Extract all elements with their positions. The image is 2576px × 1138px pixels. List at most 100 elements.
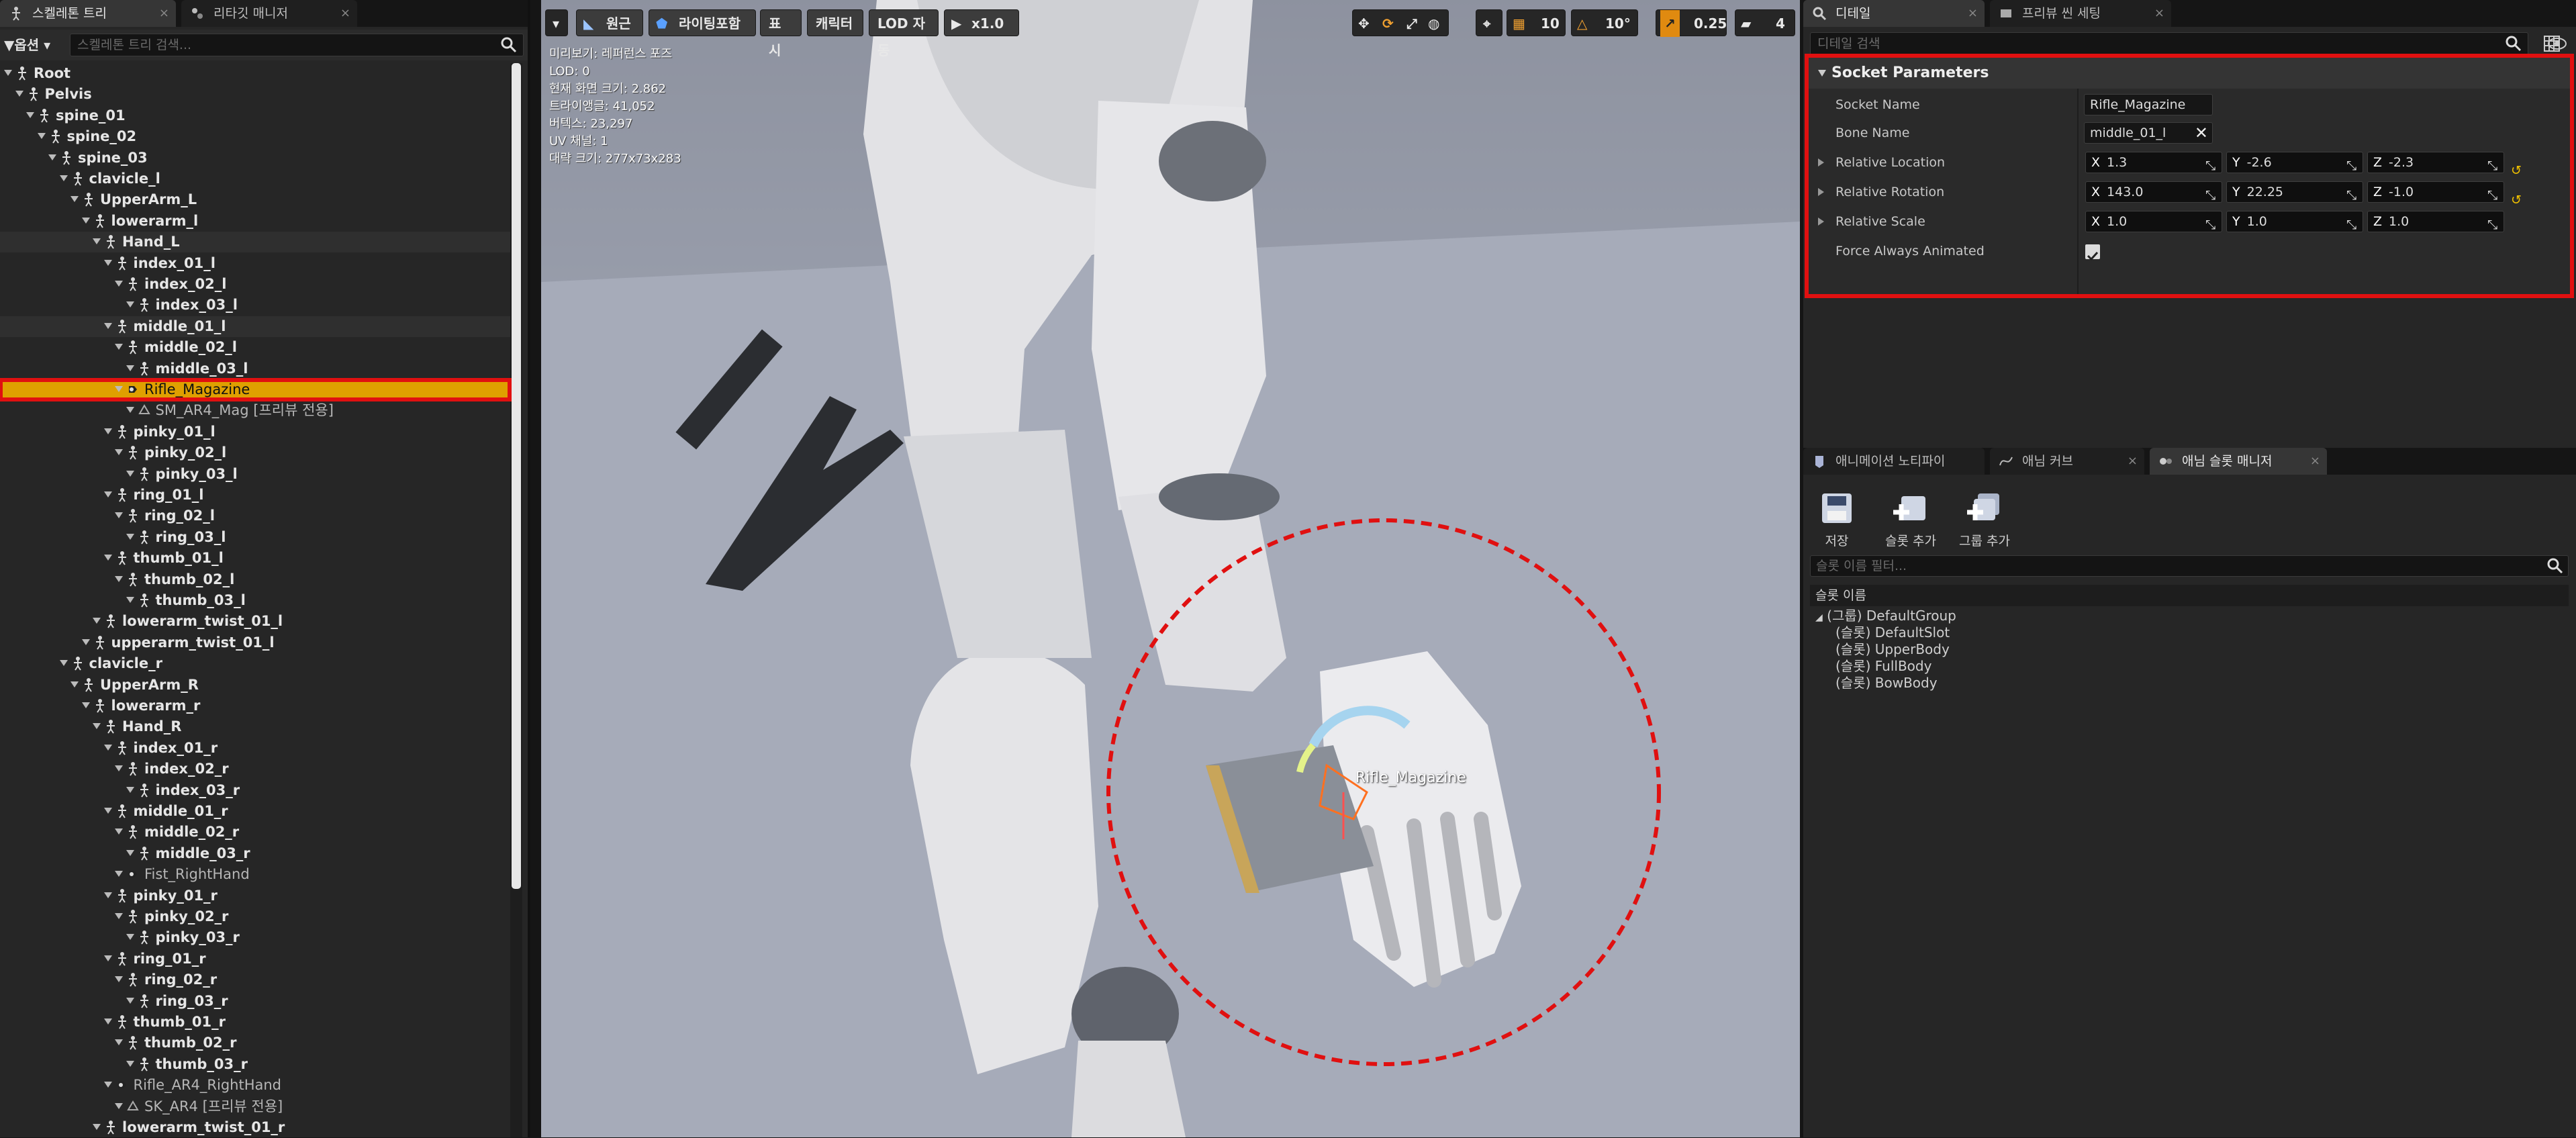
expand-arrow-icon[interactable] (126, 849, 134, 856)
tree-row[interactable]: thumb_03_r (0, 1054, 510, 1075)
expand-arrow-icon[interactable] (115, 765, 123, 772)
expand-arrow-icon[interactable] (1818, 218, 1824, 226)
tab-retarget-manager[interactable]: 리타깃 매니저 × (181, 0, 357, 27)
expand-arrow-icon[interactable] (26, 111, 34, 118)
expand-arrow-icon[interactable] (15, 91, 23, 97)
expand-arrow-icon[interactable] (115, 386, 123, 392)
tree-row[interactable]: thumb_02_r (0, 1033, 510, 1053)
bone-name-field[interactable]: middle_01_l ✕ (2084, 122, 2213, 144)
save-button[interactable]: 저장 (1803, 489, 1870, 549)
lod-button[interactable]: LOD 자동 (869, 9, 939, 58)
lighting-button[interactable]: ⬟ 라이팅포함 (649, 9, 756, 36)
tree-row[interactable]: clavicle_r (0, 653, 510, 674)
tree-row[interactable]: Hand_R (0, 716, 510, 737)
expand-arrow-icon[interactable] (93, 1124, 101, 1130)
rotation-z-field[interactable]: Z -1.0 ⤡ (2367, 181, 2504, 203)
tree-row[interactable]: middle_02_l (0, 337, 510, 358)
tab-skeleton-tree[interactable]: 스켈레톤 트리 × (0, 0, 176, 27)
perspective-button[interactable]: ◣ 원근 (576, 9, 643, 36)
expand-arrow-icon[interactable] (126, 786, 134, 793)
tree-row[interactable]: spine_02 (0, 126, 510, 147)
tree-row[interactable]: pinky_01_l (0, 422, 510, 442)
tab-anim-curves[interactable]: 애님 커브 × (1990, 448, 2144, 475)
expand-arrow-icon[interactable] (126, 407, 134, 414)
tree-row[interactable]: pinky_02_l (0, 442, 510, 463)
tree-row[interactable]: lowerarm_r (0, 696, 510, 716)
tree-row[interactable]: Rifle_AR4_RightHand (0, 1075, 510, 1096)
eye-icon[interactable] (2546, 32, 2569, 55)
slot-item[interactable]: (슬롯) DefaultSlot (1835, 624, 1950, 641)
grid-snap-button[interactable]: ▦ 10 (1507, 9, 1566, 36)
character-button[interactable]: 캐릭터 (807, 9, 863, 36)
tree-row[interactable]: thumb_03_l (0, 590, 510, 611)
expand-arrow-icon[interactable] (126, 1060, 134, 1067)
add-slot-button[interactable]: 슬롯 추가 (1877, 489, 1944, 549)
expand-arrow-icon[interactable] (48, 154, 56, 160)
tree-row[interactable]: clavicle_l (0, 169, 510, 189)
tab-preview-scene[interactable]: 프리뷰 씬 세팅 × (1990, 0, 2171, 27)
expand-arrow-icon[interactable] (126, 470, 134, 477)
tree-row[interactable]: index_02_l (0, 274, 510, 295)
expand-arrow-icon[interactable] (59, 175, 68, 181)
tree-row[interactable]: thumb_02_l (0, 569, 510, 590)
options-dropdown[interactable]: ▼옵션 ▾ (4, 35, 50, 55)
tree-row[interactable]: lowerarm_twist_01_r (0, 1117, 510, 1138)
expand-arrow-icon[interactable] (70, 681, 79, 687)
expand-arrow-icon[interactable] (126, 301, 134, 308)
tree-search-input[interactable]: 스켈레톤 트리 검색... (70, 34, 524, 56)
expand-arrow-icon[interactable] (115, 1039, 123, 1046)
expand-arrow-icon[interactable] (126, 365, 134, 371)
tree-row[interactable]: Root (0, 63, 510, 84)
tree-row[interactable]: lowerarm_l (0, 211, 510, 232)
tree-row[interactable]: index_03_r (0, 780, 510, 801)
expand-arrow-icon[interactable] (115, 512, 123, 519)
tree-row[interactable]: thumb_01_r (0, 1012, 510, 1033)
tree-row[interactable]: lowerarm_twist_01_l (0, 611, 510, 632)
tree-row[interactable]: Fist_RightHand (0, 864, 510, 885)
expand-arrow-icon[interactable] (37, 133, 46, 140)
close-icon[interactable]: × (2128, 448, 2138, 475)
tree-row[interactable]: upperarm_twist_01_l (0, 632, 510, 653)
close-icon[interactable]: × (1968, 0, 1978, 27)
expand-arrow-icon[interactable] (126, 997, 134, 1004)
scale-y-field[interactable]: Y 1.0 ⤡ (2226, 211, 2363, 232)
tree-row[interactable]: pinky_01_r (0, 886, 510, 906)
location-y-field[interactable]: Y -2.6 ⤡ (2226, 152, 2363, 173)
close-icon[interactable]: × (159, 0, 169, 27)
viewport-menu-button[interactable]: ▾ (545, 9, 568, 36)
tree-row[interactable]: pinky_03_l (0, 464, 510, 485)
rotation-y-field[interactable]: Y 22.25 ⤡ (2226, 181, 2363, 203)
tree-row[interactable]: index_01_l (0, 253, 510, 274)
expand-arrow-icon[interactable] (81, 702, 90, 708)
expand-arrow-icon[interactable] (126, 533, 134, 540)
slot-item[interactable]: (슬롯) UpperBody (1835, 641, 1950, 658)
expand-arrow-icon[interactable] (4, 70, 12, 76)
preview-viewport[interactable]: ▾ ◣ 원근 ⬟ 라이팅포함 표시 캐릭터 LOD 자동 ▶ x1.0 ✥ ⟳ … (541, 0, 1800, 1137)
scale-snap-button[interactable]: ↗ 0.25 (1656, 9, 1727, 37)
expand-arrow-icon[interactable] (103, 955, 112, 961)
expand-arrow-icon[interactable] (115, 449, 123, 456)
tree-row[interactable]: index_02_r (0, 759, 510, 779)
expand-arrow-icon[interactable] (115, 913, 123, 919)
tree-row[interactable]: SM_AR4_Mag [프리뷰 전용] (0, 400, 510, 421)
tree-row[interactable]: ring_02_l (0, 506, 510, 526)
expand-arrow-icon[interactable] (115, 976, 123, 983)
reset-icon[interactable]: ↺ (2511, 156, 2522, 178)
expand-arrow-icon[interactable] (115, 575, 123, 582)
slot-item[interactable]: (슬롯) BowBody (1835, 675, 1938, 692)
tree-row[interactable]: ring_03_l (0, 527, 510, 548)
expand-arrow-icon[interactable] (93, 723, 101, 730)
scale-z-field[interactable]: Z 1.0 ⤡ (2367, 211, 2504, 232)
force-animated-checkbox[interactable] (2085, 244, 2100, 261)
tree-row[interactable]: middle_03_r (0, 843, 510, 864)
expand-arrow-icon[interactable] (103, 744, 112, 751)
socket-name-field[interactable]: Rifle_Magazine (2084, 94, 2213, 115)
tree-row[interactable]: UpperArm_L (0, 189, 510, 210)
close-icon[interactable]: × (2154, 0, 2164, 27)
expand-arrow-icon[interactable] (93, 238, 101, 245)
rotation-x-field[interactable]: X 143.0 ⤡ (2085, 181, 2222, 203)
scale-x-field[interactable]: X 1.0 ⤡ (2085, 211, 2222, 232)
close-icon[interactable]: × (340, 0, 350, 27)
tree-row[interactable]: middle_01_r (0, 801, 510, 822)
tree-row[interactable]: ring_02_r (0, 969, 510, 990)
